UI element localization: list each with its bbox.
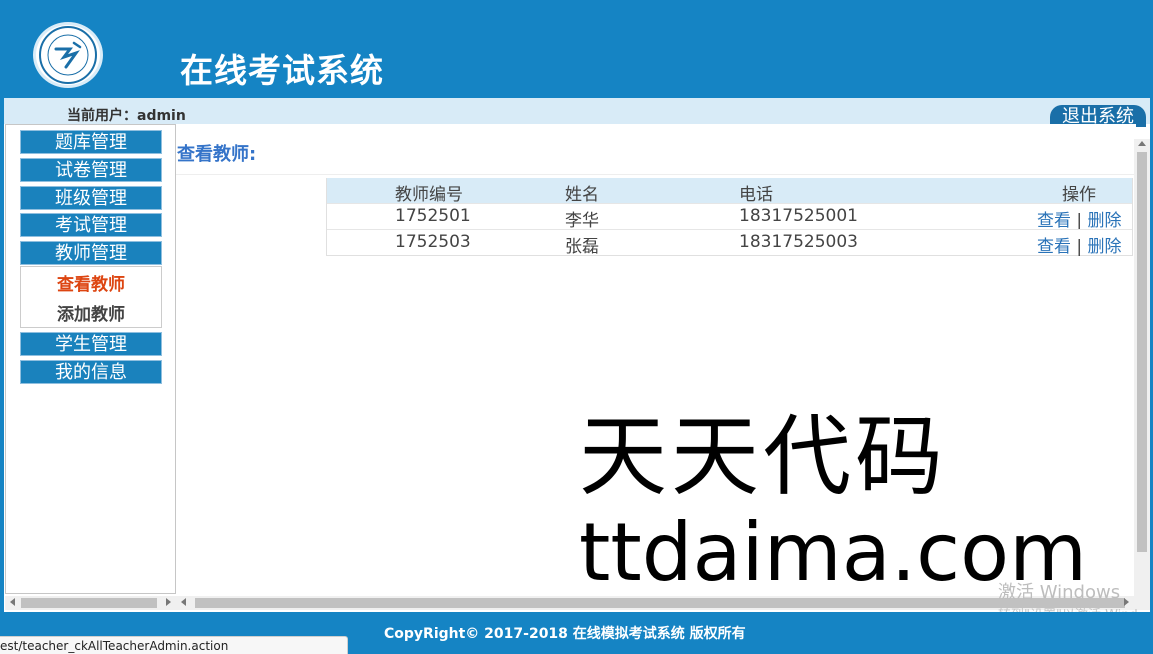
submenu-view-teachers[interactable]: 查看教师 — [21, 270, 161, 295]
user-bar: 当前用户：admin 退出系统 — [4, 98, 1150, 127]
horizontal-scrollbar[interactable] — [5, 596, 1150, 610]
sidebar-item-teachers[interactable]: 教师管理 — [20, 241, 162, 265]
browser-status-url: est/teacher_ckAllTeacherAdmin.action — [0, 636, 348, 654]
table-row: 1752501 李华 18317525001 查看 | 删除 — [327, 203, 1132, 231]
sidebar-item-my-info[interactable]: 我的信息 — [20, 360, 162, 384]
sidebar-item-papers[interactable]: 试卷管理 — [20, 158, 162, 182]
copyright-text: CopyRight© 2017-2018 在线模拟考试系统 版权所有 — [384, 626, 746, 642]
view-teacher-link[interactable]: 查看 — [1037, 237, 1071, 257]
sidebar-item-classes[interactable]: 班级管理 — [20, 186, 162, 210]
app-title: 在线考试系统 — [180, 51, 384, 90]
sidebar-item-exams[interactable]: 考试管理 — [20, 213, 162, 237]
column-header-actions: 操作 — [1062, 185, 1096, 205]
sidebar-item-question-bank[interactable]: 题库管理 — [20, 130, 162, 154]
delete-teacher-link[interactable]: 删除 — [1088, 237, 1122, 257]
sidebar: 题库管理 试卷管理 班级管理 考试管理 教师管理 查看教师 添加教师 学生管理 … — [5, 124, 176, 594]
current-user-label: 当前用户：admin — [67, 108, 186, 124]
title-divider — [176, 174, 1134, 175]
university-logo — [33, 22, 103, 88]
table-header-row: 教师编号 姓名 电话 操作 — [327, 178, 1132, 205]
teacher-phone-cell: 18317525001 — [739, 206, 858, 226]
scroll-up-arrow-icon[interactable] — [1138, 141, 1146, 146]
teacher-table: 教师编号 姓名 电话 操作 1752501 李华 18317525001 查看 … — [326, 178, 1133, 257]
left-frame-strip — [0, 98, 4, 618]
teacher-name-cell: 李华 — [565, 211, 599, 231]
row-actions: 查看 | 删除 — [1037, 232, 1122, 257]
scroll-left-arrow-icon[interactable] — [10, 598, 15, 606]
column-header-id: 教师编号 — [395, 185, 463, 205]
page-title: 查看教师: — [177, 144, 257, 165]
row-actions: 查看 | 删除 — [1037, 206, 1122, 231]
content-vertical-scrollbar[interactable] — [1134, 139, 1150, 596]
sidebar-item-students[interactable]: 学生管理 — [20, 332, 162, 356]
teacher-id-cell: 1752501 — [395, 206, 471, 226]
windows-activation-title: 激活 Windows — [998, 582, 1121, 603]
view-teacher-link[interactable]: 查看 — [1037, 211, 1071, 231]
sidebar-horizontal-scroll-thumb[interactable] — [21, 598, 157, 608]
table-row: 1752503 张磊 18317525003 查看 | 删除 — [327, 229, 1132, 257]
submenu-add-teacher[interactable]: 添加教师 — [21, 300, 161, 325]
app-header: 在线考试系统 — [0, 0, 1153, 98]
teacher-submenu: 查看教师 添加教师 — [20, 266, 162, 328]
scroll-left-arrow-icon[interactable] — [181, 598, 186, 606]
action-separator: | — [1076, 237, 1083, 257]
column-header-phone: 电话 — [739, 185, 773, 205]
column-header-name: 姓名 — [565, 185, 599, 205]
teacher-id-cell: 1752503 — [395, 232, 471, 252]
delete-teacher-link[interactable]: 删除 — [1088, 211, 1122, 231]
content-horizontal-scroll-thumb[interactable] — [195, 598, 1125, 608]
vertical-scroll-thumb[interactable] — [1137, 152, 1147, 552]
content-frame: 查看教师: 教师编号 姓名 电话 操作 1752501 李华 183175250… — [176, 124, 1136, 599]
scroll-right-arrow-icon[interactable] — [166, 598, 171, 606]
action-separator: | — [1076, 211, 1083, 231]
watermark-chinese: 天天代码 — [579, 405, 948, 508]
teacher-name-cell: 张磊 — [565, 237, 599, 257]
teacher-phone-cell: 18317525003 — [739, 232, 858, 252]
